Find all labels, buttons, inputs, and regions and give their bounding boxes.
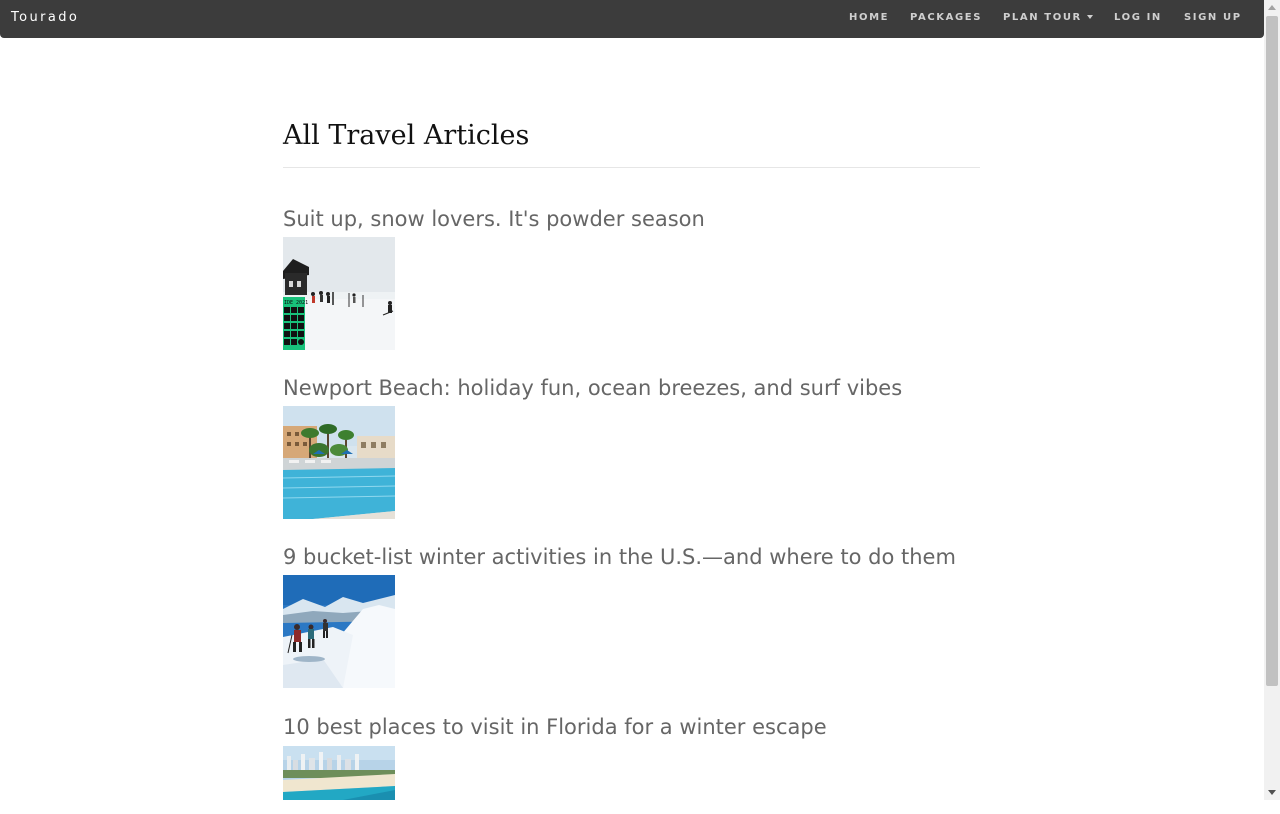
vertical-scrollbar[interactable]: [1264, 0, 1280, 800]
article-title-link[interactable]: Newport Beach: holiday fun, ocean breeze…: [283, 375, 980, 401]
article-title-link[interactable]: 9 bucket-list winter activities in the U…: [283, 544, 980, 570]
scrollbar-thumb[interactable]: [1266, 16, 1278, 686]
snowshoe-hike-image: [283, 575, 395, 688]
article-item: 9 bucket-list winter activities in the U…: [283, 544, 980, 690]
scroll-up-arrow-icon[interactable]: [1268, 5, 1276, 10]
article-thumbnail-florida[interactable]: [283, 746, 395, 800]
nav-plan-tour-label: PLAN TOUR: [1003, 12, 1082, 23]
article-item: 10 best places to visit in Florida for a…: [283, 714, 980, 814]
nav-menu: HOME PACKAGES PLAN TOUR LOG IN SIGN UP: [0, 12, 1264, 26]
title-divider: [283, 167, 980, 168]
article-thumbnail-pool[interactable]: [283, 406, 395, 519]
nav-sign-up[interactable]: SIGN UP: [1184, 12, 1242, 23]
pool-resort-image: [283, 406, 395, 519]
ski-resort-image: IDE 2021: [283, 237, 395, 350]
scroll-down-arrow-icon[interactable]: [1268, 790, 1276, 795]
nav-log-in[interactable]: LOG IN: [1114, 12, 1162, 23]
ski-badge-text: IDE 2021: [284, 300, 308, 306]
page-title: All Travel Articles: [283, 120, 530, 151]
florida-coast-image: [283, 746, 395, 800]
article-thumbnail-ski-resort[interactable]: IDE 2021: [283, 237, 395, 350]
nav-plan-tour[interactable]: PLAN TOUR: [1003, 12, 1093, 23]
article-title-link[interactable]: Suit up, snow lovers. It's powder season: [283, 206, 980, 232]
article-thumbnail-snowshoe[interactable]: [283, 575, 395, 688]
article-title-link[interactable]: 10 best places to visit in Florida for a…: [283, 714, 980, 740]
article-item: Newport Beach: holiday fun, ocean breeze…: [283, 375, 980, 521]
nav-home[interactable]: HOME: [849, 12, 889, 23]
caret-down-icon: [1086, 15, 1093, 19]
nav-packages[interactable]: PACKAGES: [910, 12, 982, 23]
articles-section: All Travel Articles Suit up, snow lovers…: [283, 118, 980, 800]
top-navbar: Tourado HOME PACKAGES PLAN TOUR LOG IN S…: [0, 0, 1264, 38]
article-item: Suit up, snow lovers. It's powder season: [283, 206, 980, 352]
